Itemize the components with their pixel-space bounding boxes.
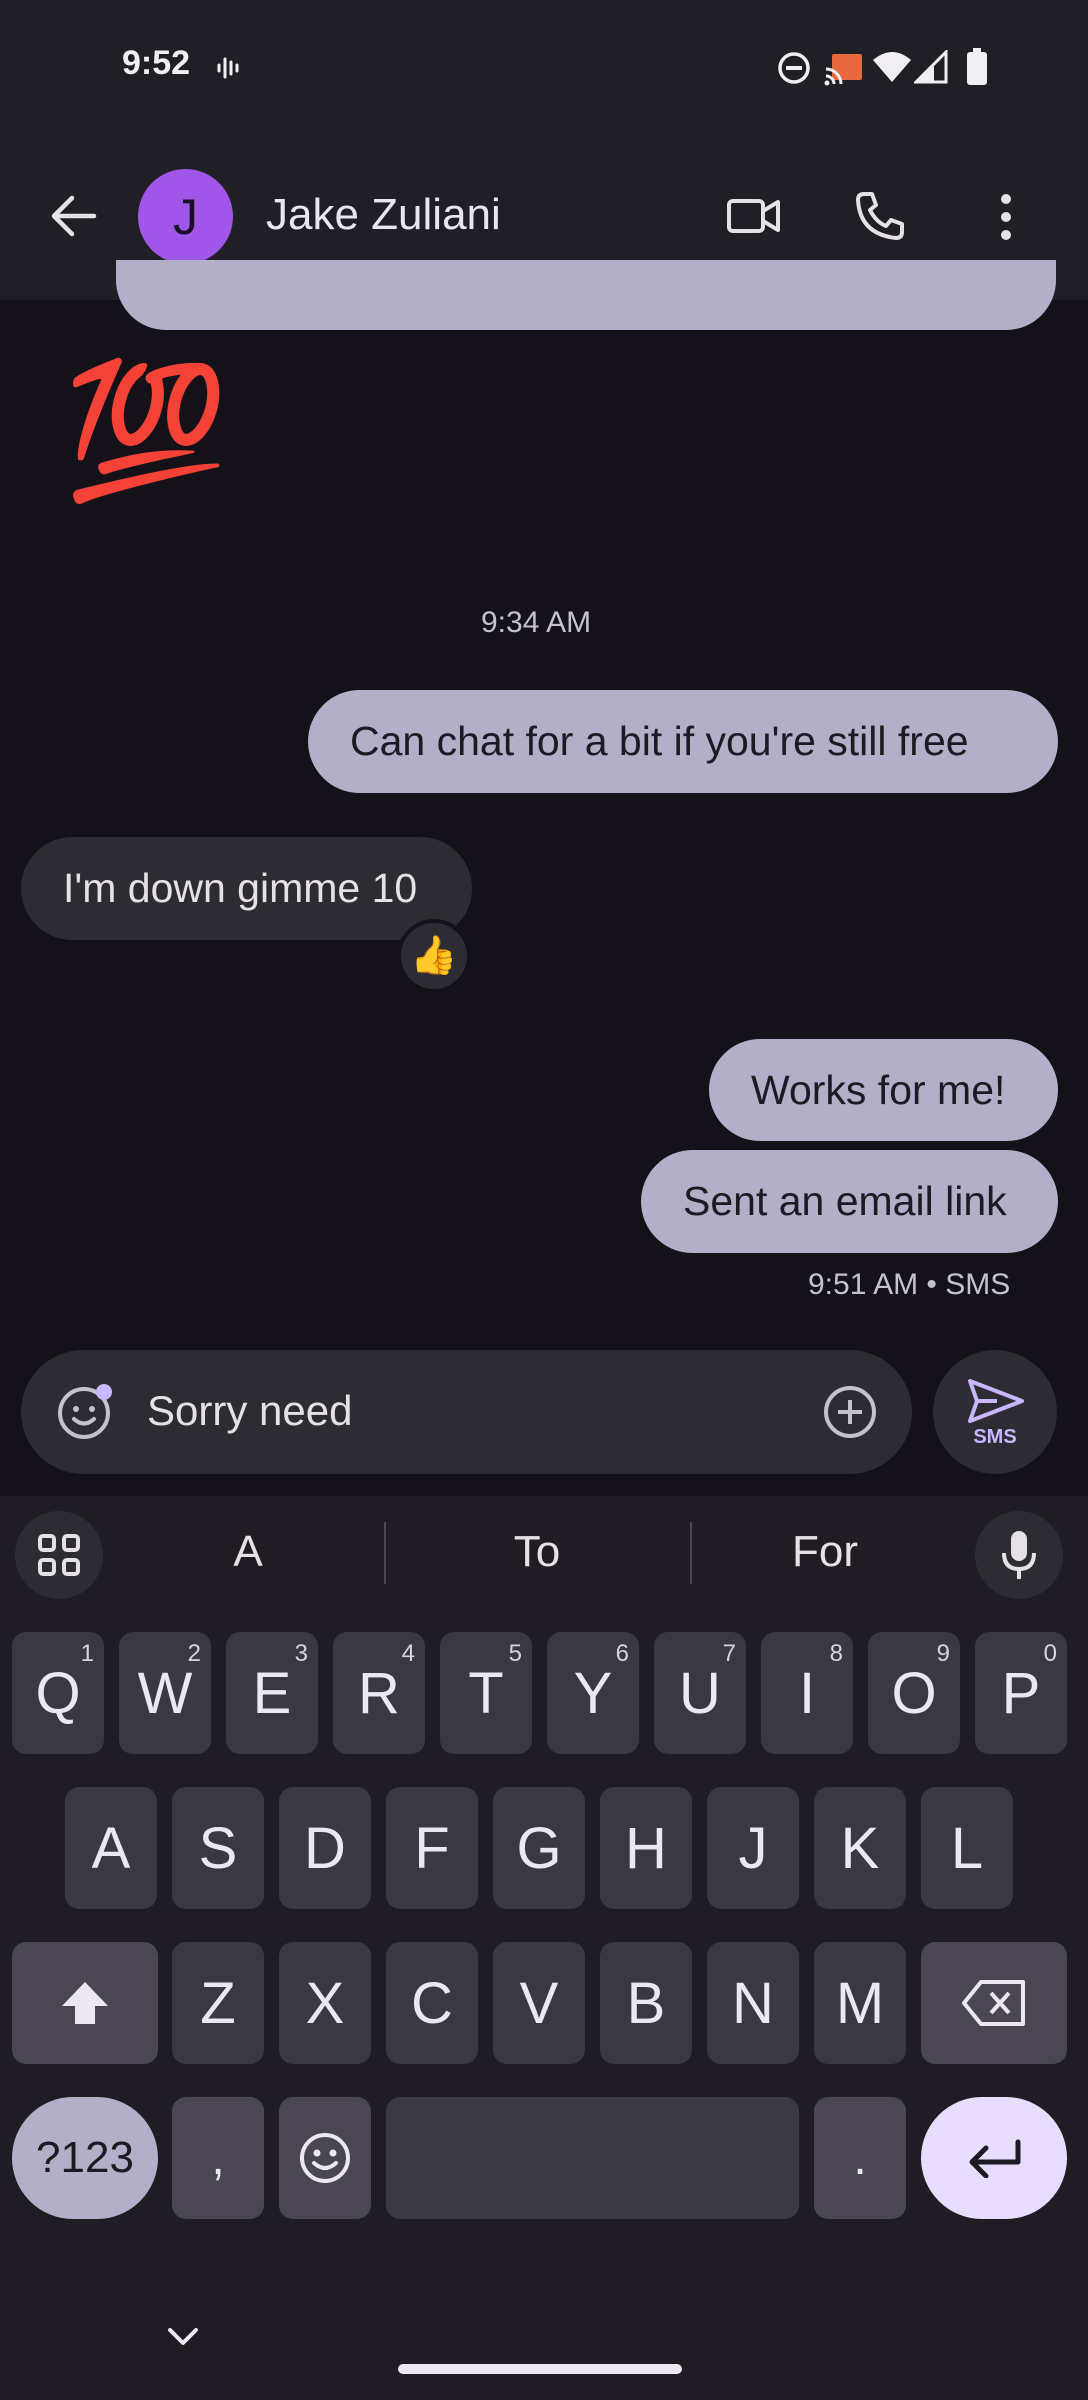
wifi-icon bbox=[872, 50, 912, 84]
do-not-disturb-icon bbox=[776, 50, 812, 86]
key-c[interactable]: C bbox=[386, 1942, 478, 2064]
key-label: I bbox=[798, 1660, 816, 1726]
key-v[interactable]: V bbox=[493, 1942, 585, 2064]
phone-call-icon[interactable] bbox=[854, 190, 906, 242]
period-key[interactable]: . bbox=[814, 2097, 906, 2219]
key-label: W bbox=[137, 1660, 193, 1726]
key-label: R bbox=[358, 1660, 400, 1726]
cast-icon bbox=[824, 50, 864, 86]
key-number-hint: 2 bbox=[187, 1640, 201, 1667]
space-key[interactable] bbox=[386, 2097, 799, 2219]
more-options-icon[interactable] bbox=[996, 192, 1016, 242]
key-o[interactable]: O9 bbox=[868, 1632, 960, 1754]
key-p[interactable]: P0 bbox=[975, 1632, 1067, 1754]
back-arrow-icon[interactable] bbox=[50, 194, 98, 238]
emoji-picker-icon[interactable] bbox=[56, 1383, 114, 1441]
key-number-hint: 5 bbox=[508, 1640, 522, 1667]
key-y[interactable]: Y6 bbox=[547, 1632, 639, 1754]
voice-input-button[interactable] bbox=[975, 1511, 1063, 1599]
key-f[interactable]: F bbox=[386, 1787, 478, 1909]
previous-message-bubble[interactable] bbox=[116, 260, 1056, 330]
key-b[interactable]: B bbox=[600, 1942, 692, 2064]
key-k[interactable]: K bbox=[814, 1787, 906, 1909]
send-sms-button[interactable]: SMS bbox=[933, 1350, 1057, 1474]
send-icon bbox=[967, 1378, 1025, 1424]
key-e[interactable]: E3 bbox=[226, 1632, 318, 1754]
status-time: 9:52 bbox=[122, 44, 191, 82]
microphone-icon bbox=[1001, 1529, 1037, 1581]
emoji-key[interactable] bbox=[279, 2097, 371, 2219]
battery-icon bbox=[966, 48, 988, 86]
signal-icon bbox=[914, 50, 950, 84]
key-label: Y bbox=[573, 1660, 613, 1726]
suggestion-3[interactable]: For bbox=[765, 1527, 885, 1577]
key-s[interactable]: S bbox=[172, 1787, 264, 1909]
key-h[interactable]: H bbox=[600, 1787, 692, 1909]
gesture-nav-handle[interactable] bbox=[398, 2364, 682, 2374]
send-type-label: SMS bbox=[973, 1426, 1017, 1448]
key-number-hint: 3 bbox=[294, 1640, 308, 1667]
key-x[interactable]: X bbox=[279, 1942, 371, 2064]
key-number-hint: 0 bbox=[1043, 1640, 1057, 1667]
message-status: 9:51 AM • SMS bbox=[808, 1268, 1011, 1301]
key-q[interactable]: Q1 bbox=[12, 1632, 104, 1754]
key-label: P bbox=[1001, 1660, 1041, 1726]
key-number-hint: 8 bbox=[829, 1640, 843, 1667]
enter-key[interactable] bbox=[921, 2097, 1067, 2219]
key-label: Q bbox=[35, 1660, 81, 1726]
key-t[interactable]: T5 bbox=[440, 1632, 532, 1754]
key-n[interactable]: N bbox=[707, 1942, 799, 2064]
key-m[interactable]: M bbox=[814, 1942, 906, 2064]
incoming-message[interactable]: I'm down gimme 10 bbox=[21, 837, 472, 940]
key-a[interactable]: A bbox=[65, 1787, 157, 1909]
reaction-badge[interactable]: 👍 bbox=[397, 919, 471, 993]
backspace-key[interactable] bbox=[921, 1942, 1067, 2064]
emoji-message[interactable]: 💯 bbox=[64, 365, 228, 497]
hide-keyboard-chevron-icon[interactable] bbox=[166, 2326, 200, 2348]
enter-arrow-icon bbox=[966, 2138, 1022, 2178]
symbols-key[interactable]: ?123 bbox=[12, 2097, 158, 2219]
suggestion-divider bbox=[384, 1522, 386, 1584]
key-d[interactable]: D bbox=[279, 1787, 371, 1909]
shift-key[interactable] bbox=[12, 1942, 158, 2064]
key-label: O bbox=[891, 1660, 937, 1726]
suggestion-2[interactable]: To bbox=[477, 1527, 597, 1577]
key-number-hint: 6 bbox=[615, 1640, 629, 1667]
outgoing-message[interactable]: Works for me! bbox=[709, 1039, 1058, 1141]
add-attachment-icon[interactable] bbox=[823, 1385, 877, 1439]
key-j[interactable]: J bbox=[707, 1787, 799, 1909]
key-number-hint: 9 bbox=[936, 1640, 950, 1667]
key-number-hint: 1 bbox=[80, 1640, 94, 1667]
suggestion-1[interactable]: A bbox=[198, 1527, 298, 1577]
message-input[interactable] bbox=[147, 1383, 787, 1439]
outgoing-message[interactable]: Sent an email link bbox=[641, 1150, 1058, 1253]
keyboard-apps-button[interactable] bbox=[15, 1511, 103, 1599]
smiley-icon bbox=[298, 2131, 352, 2185]
shift-arrow-icon bbox=[60, 1980, 110, 2026]
key-z[interactable]: Z bbox=[172, 1942, 264, 2064]
key-label: U bbox=[679, 1660, 721, 1726]
suggestion-divider bbox=[690, 1522, 692, 1584]
avatar[interactable]: J bbox=[138, 169, 233, 264]
key-u[interactable]: U7 bbox=[654, 1632, 746, 1754]
key-number-hint: 7 bbox=[722, 1640, 736, 1667]
key-i[interactable]: I8 bbox=[761, 1632, 853, 1754]
outgoing-message[interactable]: Can chat for a bit if you're still free bbox=[308, 690, 1058, 793]
video-call-icon[interactable] bbox=[726, 193, 782, 239]
backspace-icon bbox=[961, 1979, 1027, 2027]
key-number-hint: 4 bbox=[401, 1640, 415, 1667]
voice-notification-icon bbox=[216, 54, 244, 82]
key-r[interactable]: R4 bbox=[333, 1632, 425, 1754]
grid-icon bbox=[37, 1533, 81, 1577]
key-l[interactable]: L bbox=[921, 1787, 1013, 1909]
key-w[interactable]: W2 bbox=[119, 1632, 211, 1754]
message-timestamp: 9:34 AM bbox=[481, 606, 592, 639]
key-label: T bbox=[468, 1660, 504, 1726]
contact-name[interactable]: Jake Zuliani bbox=[266, 190, 501, 240]
key-label: E bbox=[252, 1660, 292, 1726]
key-g[interactable]: G bbox=[493, 1787, 585, 1909]
comma-key[interactable]: , bbox=[172, 2097, 264, 2219]
